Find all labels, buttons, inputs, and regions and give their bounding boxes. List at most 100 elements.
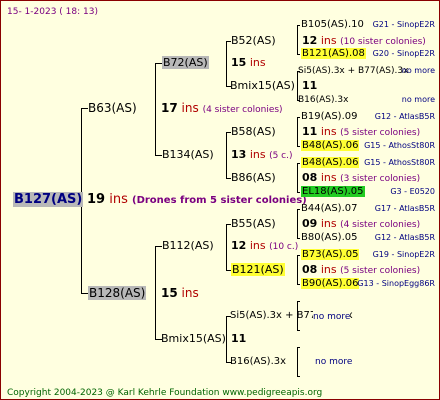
g3-b58-note: (5 sister colonies) [340, 128, 421, 138]
g4-right: G15 - AthosSt80R [364, 141, 435, 150]
g3-b121-ins-count: 08 [302, 263, 318, 276]
g2-b134-ins-label: ins [249, 148, 266, 161]
root-note: (Drones from 5 sister colonies) [132, 195, 307, 206]
g3-bmix15[interactable]: Bmix15(AS) [230, 79, 295, 93]
connector [297, 163, 298, 193]
g2-b134-note: (5 c.) [269, 151, 293, 161]
g3-b121-note: (5 sister colonies) [340, 266, 421, 276]
g3-b52-ins-count: 12 [302, 34, 318, 47]
connector [297, 146, 300, 147]
g4-right: G12 - AtlasB5R [374, 233, 435, 242]
connector [297, 54, 300, 55]
connector [81, 293, 88, 294]
g4-name[interactable]: B44(AS).07 [301, 202, 357, 216]
connector [155, 246, 162, 247]
g4-name[interactable]: B16(AS).3x [298, 93, 348, 107]
g2-bmix15[interactable]: Bmix15(AS) [161, 332, 226, 346]
g3-b16[interactable]: B16(AS).3x [230, 355, 286, 369]
g1-bottom-ins-count: 15 [161, 286, 178, 300]
g3-b52-ins-label: ins [320, 34, 337, 47]
root-ins-label: ins [109, 192, 128, 207]
g3-b52-note: (10 sister colonies) [340, 37, 426, 47]
root-colony[interactable]: B127(AS) [13, 192, 84, 207]
connector [81, 108, 88, 109]
g4-right: no more [401, 95, 435, 104]
connector [297, 347, 300, 348]
g2-b72-ins-count: 15 [231, 56, 247, 69]
g3-b86[interactable]: B86(AS) [231, 171, 276, 185]
connector [297, 255, 300, 256]
connector [155, 63, 156, 155]
g4-right: G21 - SinopE2R [372, 20, 435, 29]
g1-top[interactable]: B63(AS) [88, 101, 137, 115]
connector [155, 246, 156, 339]
connector [297, 209, 300, 210]
g1-bottom[interactable]: B128(AS) [88, 286, 147, 300]
root-ins-count: 19 [87, 192, 106, 207]
g4-right: G19 - SinopE2R [372, 250, 435, 259]
g4-name[interactable]: B121(AS).08 [301, 48, 366, 59]
connector [297, 376, 300, 377]
connector [297, 25, 300, 26]
connector [155, 63, 162, 64]
g3-b121[interactable]: B121(AS) [231, 263, 285, 276]
pedigree-frame: { "header": "15- 1-2023 ( 18: 13)", "foo… [0, 0, 440, 400]
g2-b112-note: (10 c.) [269, 242, 299, 252]
g1-bottom-ins-label: ins [181, 286, 199, 300]
g3-b86-ins-label: ins [320, 171, 337, 184]
connector [297, 209, 298, 239]
g3-b58-ins-count: 11 [302, 125, 318, 138]
g3-b121-ins-label: ins [320, 263, 337, 276]
g1-top-note: (4 sister colonies) [202, 105, 283, 115]
g4-name[interactable]: B105(AS).10 [301, 18, 364, 32]
g2-b112-ins-count: 12 [231, 239, 247, 252]
connector [297, 163, 300, 164]
connector [297, 301, 300, 302]
connector [297, 330, 300, 331]
g4-right: G12 - AtlasB5R [374, 112, 435, 121]
g4-right: G13 - SinopEgg86R [357, 279, 435, 288]
g4-name[interactable]: EL18(AS).05 [301, 186, 365, 197]
g3-b55-note: (4 sister colonies) [340, 220, 421, 230]
g3-b86-note: (3 sister colonies) [340, 174, 421, 184]
connector [297, 117, 300, 118]
g1-top-ins-count: 17 [161, 101, 178, 115]
connector [226, 41, 227, 86]
g2-b72[interactable]: B72(AS) [162, 56, 209, 69]
g2-b72-ins-label: ins [249, 56, 266, 69]
g2-b134-ins-count: 13 [231, 148, 247, 161]
g3-b86-ins-count: 08 [302, 171, 318, 184]
g3-b58[interactable]: B58(AS) [231, 125, 276, 139]
connector [226, 132, 227, 178]
g3-b58-ins-label: ins [320, 125, 337, 138]
connector [297, 25, 298, 55]
g3-b55-ins-label: ins [320, 217, 337, 230]
g3-bmix15-ins-count: 11 [302, 79, 318, 92]
connector [297, 347, 298, 377]
g4-right: no more [401, 66, 435, 75]
copyright-footer: Copyright 2004-2023 @ Karl Kehrle Founda… [7, 388, 323, 398]
g4-name[interactable]: Si5(AS).3x + B77(AS).3x [298, 64, 408, 78]
connector [155, 155, 162, 156]
g4-name[interactable]: B80(AS).05 [301, 231, 357, 245]
g4-name[interactable]: B73(AS).05 [301, 249, 360, 260]
g2-b112-ins-label: ins [249, 239, 266, 252]
g4-name[interactable]: B48(AS).06 [301, 140, 360, 151]
g3-si5-no-more: no more [313, 310, 351, 324]
g2-b112[interactable]: B112(AS) [162, 239, 214, 253]
g3-b55[interactable]: B55(AS) [231, 217, 276, 231]
g3-b52[interactable]: B52(AS) [231, 34, 276, 48]
timestamp-header: 15- 1-2023 ( 18: 13) [7, 7, 98, 17]
connector [226, 224, 227, 270]
connector [297, 284, 300, 285]
g4-right: G20 - SinopE2R [372, 49, 435, 58]
g4-name[interactable]: B90(AS).06 [301, 278, 360, 289]
g4-right: G3 - E0520 [390, 187, 435, 196]
g2-b134[interactable]: B134(AS) [162, 148, 214, 162]
connector [297, 255, 298, 285]
g4-name[interactable]: B48(AS).06 [301, 157, 360, 168]
g4-name[interactable]: B19(AS).09 [301, 110, 357, 124]
g4-right: G15 - AthosSt80R [364, 158, 435, 167]
g1-top-ins-label: ins [181, 101, 199, 115]
connector [297, 117, 298, 147]
